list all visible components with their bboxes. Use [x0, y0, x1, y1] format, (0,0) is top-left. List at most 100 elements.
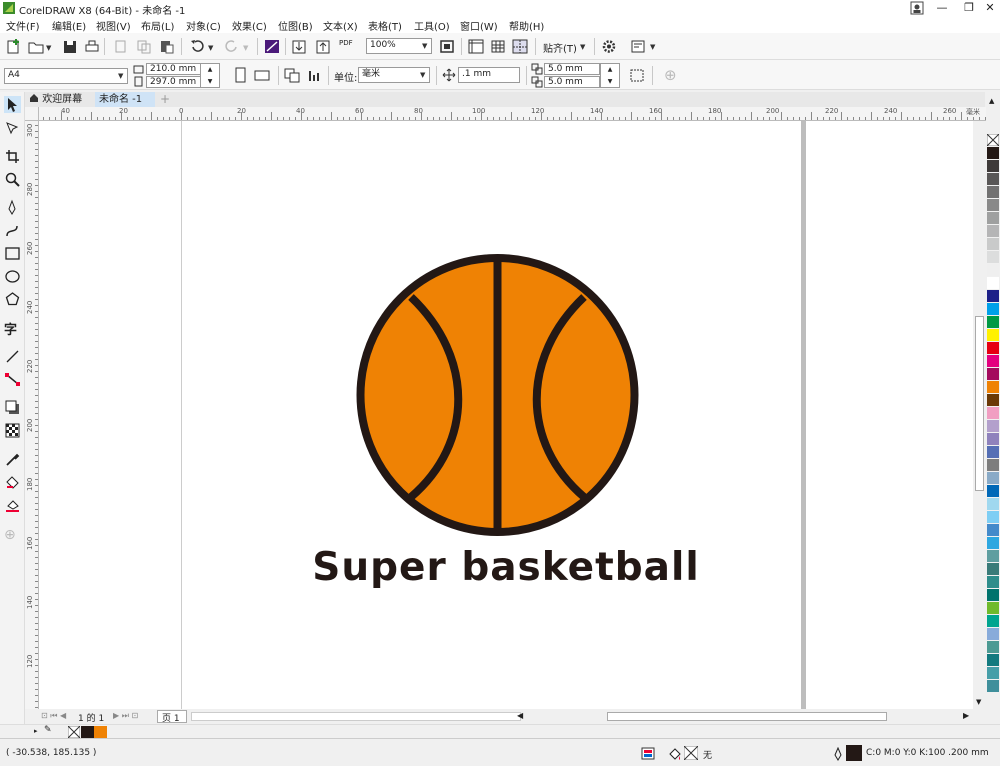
palette-swatch[interactable] — [987, 329, 999, 341]
duplicate-distance-y-field[interactable]: 5.0 mm — [544, 76, 600, 88]
eyedropper-icon[interactable]: ✎ — [44, 725, 52, 735]
palette-swatch[interactable] — [987, 186, 999, 198]
page-size-dropdown-icon[interactable]: ▼ — [118, 72, 123, 80]
outline-color-swatch[interactable] — [846, 745, 862, 761]
open-dropdown-icon[interactable]: ▼ — [46, 44, 51, 52]
palette-swatch[interactable] — [987, 173, 999, 185]
vertical-scrollbar[interactable]: ▼ — [973, 121, 986, 709]
treat-as-filled-icon[interactable] — [628, 67, 646, 84]
menu-tools[interactable]: 工具(O) — [414, 18, 450, 33]
import-icon[interactable] — [290, 38, 308, 55]
current-page-icon[interactable] — [306, 67, 324, 84]
horizontal-scroll-thumb[interactable] — [607, 712, 887, 721]
palette-swatch[interactable] — [987, 654, 999, 666]
palette-swatch[interactable] — [987, 290, 999, 302]
palette-swatch[interactable] — [987, 550, 999, 562]
palette-swatch[interactable] — [987, 433, 999, 445]
connector-tool-icon[interactable] — [4, 371, 21, 388]
palette-swatch[interactable] — [987, 602, 999, 614]
zoom-tool-icon[interactable] — [4, 171, 21, 188]
page-tab-1[interactable]: 页 1 — [157, 710, 187, 724]
palette-swatch[interactable] — [987, 563, 999, 575]
smart-fill-icon[interactable] — [4, 497, 21, 514]
undo-dropdown-icon[interactable]: ▼ — [208, 44, 213, 52]
minimize-button[interactable]: — — [928, 0, 956, 16]
palette-swatch[interactable] — [987, 589, 999, 601]
palette-swatch[interactable] — [987, 524, 999, 536]
palette-swatch[interactable] — [987, 251, 999, 263]
show-guidelines-icon[interactable] — [511, 38, 529, 55]
basketball-graphic[interactable] — [356, 254, 639, 536]
super-basketball-text[interactable]: Super basketball — [312, 545, 699, 590]
palette-swatch[interactable] — [987, 303, 999, 315]
search-content-icon[interactable] — [263, 38, 281, 55]
copy-icon[interactable] — [135, 38, 153, 55]
menu-bitmap[interactable]: 位图(B) — [278, 18, 313, 33]
new-document-icon[interactable] — [5, 38, 23, 55]
interactive-fill-icon[interactable] — [4, 474, 21, 491]
redo-icon[interactable] — [223, 38, 241, 55]
palette-scroll-up-icon[interactable]: ▲ — [989, 97, 994, 105]
palette-swatch[interactable] — [987, 615, 999, 627]
palette-swatch[interactable] — [987, 576, 999, 588]
palette-swatch[interactable] — [987, 459, 999, 471]
undo-icon[interactable] — [188, 38, 206, 55]
text-tool-icon[interactable]: 字 — [4, 319, 21, 338]
paste-icon[interactable] — [158, 38, 176, 55]
palette-swatch[interactable] — [987, 238, 999, 250]
palette-swatch[interactable] — [987, 355, 999, 367]
menu-window[interactable]: 窗口(W) — [460, 18, 498, 33]
freehand-tool-icon[interactable] — [4, 199, 21, 216]
duplicate-distance-x-field[interactable]: 5.0 mm — [544, 63, 600, 75]
snap-dropdown-icon[interactable]: ▼ — [580, 43, 585, 51]
show-grid-icon[interactable] — [489, 38, 507, 55]
menu-table[interactable]: 表格(T) — [368, 18, 402, 33]
palette-swatch[interactable] — [987, 498, 999, 510]
palette-swatch[interactable] — [987, 407, 999, 419]
palette-swatch[interactable] — [987, 225, 999, 237]
snap-to-menu[interactable]: 贴齐(T) — [543, 40, 577, 55]
first-page-icon[interactable]: ⊡ ⏮ ◀ — [41, 711, 66, 721]
palette-swatch[interactable] — [987, 147, 999, 159]
doc-swatch-orange[interactable] — [94, 726, 107, 738]
palette-swatch[interactable] — [987, 485, 999, 497]
ellipse-tool-icon[interactable] — [4, 268, 21, 285]
drop-shadow-icon[interactable] — [4, 399, 21, 416]
export-icon[interactable] — [314, 38, 332, 55]
zoom-dropdown-icon[interactable]: ▼ — [422, 42, 427, 50]
shape-tool-icon[interactable] — [4, 120, 21, 137]
palette-swatch[interactable] — [987, 212, 999, 224]
add-property-icon[interactable]: ⊕ — [664, 66, 677, 84]
palette-swatch[interactable] — [987, 381, 999, 393]
menu-text[interactable]: 文本(X) — [323, 18, 358, 33]
menu-object[interactable]: 对象(C) — [186, 18, 221, 33]
menu-effects[interactable]: 效果(C) — [232, 18, 267, 33]
open-folder-icon[interactable] — [27, 38, 45, 55]
rectangle-tool-icon[interactable] — [4, 245, 21, 262]
redo-dropdown-icon[interactable]: ▼ — [243, 44, 248, 52]
landscape-orientation-icon[interactable] — [253, 67, 271, 84]
palette-swatch[interactable] — [987, 628, 999, 640]
palette-swatch[interactable] — [987, 680, 999, 692]
transparency-tool-icon[interactable] — [4, 422, 21, 439]
palette-swatch[interactable] — [987, 420, 999, 432]
scroll-down-icon[interactable]: ▼ — [976, 698, 981, 706]
parallel-dimension-icon[interactable] — [4, 348, 21, 365]
artistic-media-icon[interactable] — [4, 222, 21, 239]
vertical-ruler[interactable]: 30028026024022020018016014012010080 — [25, 121, 39, 709]
palette-swatch[interactable] — [987, 277, 999, 289]
palette-swatch[interactable] — [987, 446, 999, 458]
application-launcher-icon[interactable] — [630, 38, 648, 55]
all-pages-icon[interactable] — [283, 67, 301, 84]
tab-document[interactable]: 未命名 -1 — [95, 92, 155, 107]
menu-file[interactable]: 文件(F) — [6, 18, 40, 33]
horizontal-ruler[interactable]: 40 20 0 20 40 60 80 100 120 140 160 180 200 220 240 260… — [39, 107, 986, 121]
palette-swatch[interactable] — [987, 368, 999, 380]
pick-tool-icon[interactable] — [4, 96, 21, 113]
menu-layout[interactable]: 布局(L) — [141, 18, 174, 33]
crop-tool-icon[interactable] — [4, 148, 21, 165]
palette-swatch[interactable] — [987, 511, 999, 523]
launcher-dropdown-icon[interactable]: ▼ — [650, 43, 655, 51]
units-dropdown-icon[interactable]: ▼ — [420, 71, 425, 79]
palette-swatch[interactable] — [987, 264, 999, 276]
